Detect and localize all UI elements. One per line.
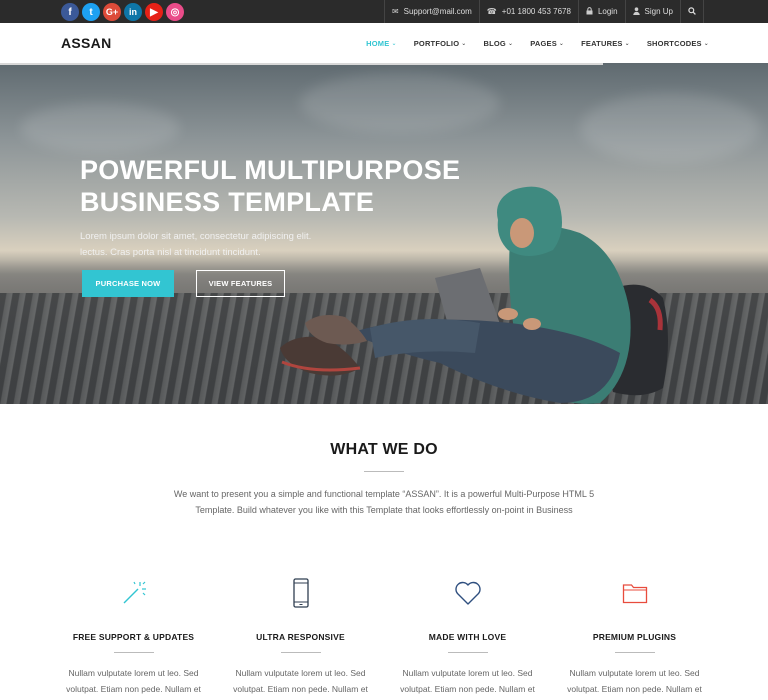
feature-text: Nullam vulputate lorem ut leo. Sed volut… xyxy=(217,665,384,697)
feature-text: Nullam vulputate lorem ut leo. Sed volut… xyxy=(384,665,551,697)
top-links: ✉ Support@mail.com ☎ +01 1800 453 7678 L… xyxy=(383,0,704,23)
feature-text-line: volutpat. Etiam non pede. Nullam et xyxy=(400,684,535,694)
nav-item-blog[interactable]: BLOG ⌄ xyxy=(484,39,514,48)
signup-link[interactable]: Sign Up xyxy=(624,0,680,23)
top-bar: f t G+ in ▶ ◎ ✉ Support@mail.com ☎ +01 1… xyxy=(0,0,768,23)
signup-text: Sign Up xyxy=(644,7,673,16)
nav-item-label: PORTFOLIO xyxy=(413,38,460,48)
hero-banner: POWERFUL MULTIPURPOSE BUSINESS TEMPLATE … xyxy=(0,63,768,404)
feature-text-line: volutpat. Etiam non pede. Nullam et xyxy=(233,684,368,694)
user-icon xyxy=(632,6,640,17)
chevron-down-icon: ⌄ xyxy=(461,40,467,47)
section-divider xyxy=(364,471,404,472)
feature-card: PREMIUM PLUGINS Nullam vulputate lorem u… xyxy=(551,575,718,697)
cloud-decoration xyxy=(300,73,500,133)
hero-text-line: lectus. Cras porta nisl at tincidunt tin… xyxy=(80,247,261,258)
section-description: We want to present you a simple and func… xyxy=(160,486,608,518)
chevron-down-icon: ⌄ xyxy=(624,40,630,47)
feature-card: MADE WITH LOVE Nullam vulputate lorem ut… xyxy=(384,575,551,697)
feature-title: MADE WITH LOVE xyxy=(428,632,507,642)
phone-text: +01 1800 453 7678 xyxy=(501,7,571,16)
search-icon xyxy=(688,6,696,17)
nav-item-shortcodes[interactable]: SHORTCODES ⌄ xyxy=(647,39,709,48)
description-line: Template. Build whatever you like with t… xyxy=(195,505,573,515)
feature-divider xyxy=(113,652,154,653)
nav-item-home[interactable]: HOME ⌄ xyxy=(366,39,397,48)
feature-title: ULTRA RESPONSIVE xyxy=(256,632,345,642)
google-plus-icon[interactable]: G+ xyxy=(103,3,121,21)
nav-item-label: BLOG xyxy=(483,38,506,48)
nav-item-features[interactable]: FEATURES ⌄ xyxy=(581,39,630,48)
purchase-now-button[interactable]: PURCHASE NOW xyxy=(82,270,174,297)
feature-text-line: Nullam vulputate lorem ut leo. Sed xyxy=(402,668,533,678)
facebook-icon[interactable]: f xyxy=(61,3,79,21)
login-text: Login xyxy=(597,7,618,16)
social-links: f t G+ in ▶ ◎ xyxy=(61,3,184,21)
hero-title-line: BUSINESS TEMPLATE xyxy=(80,187,375,217)
hero-title-line: POWERFUL MULTIPURPOSE xyxy=(80,155,461,185)
hero-title: POWERFUL MULTIPURPOSE BUSINESS TEMPLATE xyxy=(80,154,500,218)
nav-item-portfolio[interactable]: PORTFOLIO ⌄ xyxy=(414,39,467,48)
nav-item-label: HOME xyxy=(366,38,390,48)
hero-top-line xyxy=(0,63,603,65)
main-menu: HOME ⌄ PORTFOLIO ⌄ BLOG ⌄ PAGES ⌄ FEATURES ⌄ … xyxy=(366,23,709,63)
chevron-down-icon: ⌄ xyxy=(558,40,565,47)
mobile-phone-icon xyxy=(217,575,384,611)
main-navbar: ASSAN HOME ⌄ PORTFOLIO ⌄ BLOG ⌄ PAGES ⌄ FEAT… xyxy=(0,23,768,63)
feature-card: ULTRA RESPONSIVE Nullam vulputate lorem … xyxy=(217,575,384,697)
chevron-down-icon: ⌄ xyxy=(703,40,709,47)
feature-text-line: Nullam vulputate lorem ut leo. Sed xyxy=(235,668,366,678)
chevron-down-icon: ⌄ xyxy=(391,40,397,47)
nav-item-label: FEATURES xyxy=(581,38,623,48)
nav-item-pages[interactable]: PAGES ⌄ xyxy=(530,39,564,48)
twitter-icon[interactable]: t xyxy=(82,3,100,21)
envelope-icon: ✉ xyxy=(391,7,399,16)
heart-icon xyxy=(384,575,551,611)
feature-text-line: Nullam vulputate lorem ut leo. Sed xyxy=(569,668,700,678)
nav-item-label: PAGES xyxy=(530,38,557,48)
hero-text-line: Lorem ipsum dolor sit amet, consectetur … xyxy=(80,231,312,242)
magic-wand-icon xyxy=(50,575,217,611)
login-link[interactable]: Login xyxy=(577,0,625,23)
feature-card: FREE SUPPORT & UPDATES Nullam vulputate … xyxy=(50,575,217,697)
feature-divider xyxy=(614,652,655,653)
dribbble-icon[interactable]: ◎ xyxy=(166,3,184,21)
description-line: We want to present you a simple and func… xyxy=(173,489,595,499)
feature-text-line: Nullam vulputate lorem ut leo. Sed xyxy=(68,668,199,678)
cloud-decoration xyxy=(20,103,180,153)
feature-text: Nullam vulputate lorem ut leo. Sed volut… xyxy=(551,665,718,697)
email-text: Support@mail.com xyxy=(403,7,472,16)
section-title: WHAT WE DO xyxy=(330,441,438,458)
feature-title: PREMIUM PLUGINS xyxy=(592,632,677,642)
phone-icon: ☎ xyxy=(486,7,497,16)
feature-text: Nullam vulputate lorem ut leo. Sed volut… xyxy=(50,665,217,697)
hero-text: Lorem ipsum dolor sit amet, consectetur … xyxy=(80,229,340,261)
lock-icon xyxy=(586,6,593,17)
youtube-icon[interactable]: ▶ xyxy=(145,3,163,21)
feature-text-line: volutpat. Etiam non pede. Nullam et xyxy=(66,684,201,694)
view-features-button[interactable]: VIEW FEATURES xyxy=(196,270,285,297)
feature-text-line: volutpat. Etiam non pede. Nullam et xyxy=(567,684,702,694)
nav-item-label: SHORTCODES xyxy=(646,38,702,48)
folder-icon xyxy=(551,575,718,611)
email-link[interactable]: ✉ Support@mail.com xyxy=(383,0,479,23)
feature-divider xyxy=(280,652,321,653)
phone-link[interactable]: ☎ +01 1800 453 7678 xyxy=(478,0,578,23)
feature-title: FREE SUPPORT & UPDATES xyxy=(72,632,195,642)
linkedin-icon[interactable]: in xyxy=(124,3,142,21)
chevron-down-icon: ⌄ xyxy=(507,40,514,47)
feature-divider xyxy=(447,652,488,653)
logo[interactable]: ASSAN xyxy=(61,35,112,51)
search-button[interactable] xyxy=(680,0,704,23)
